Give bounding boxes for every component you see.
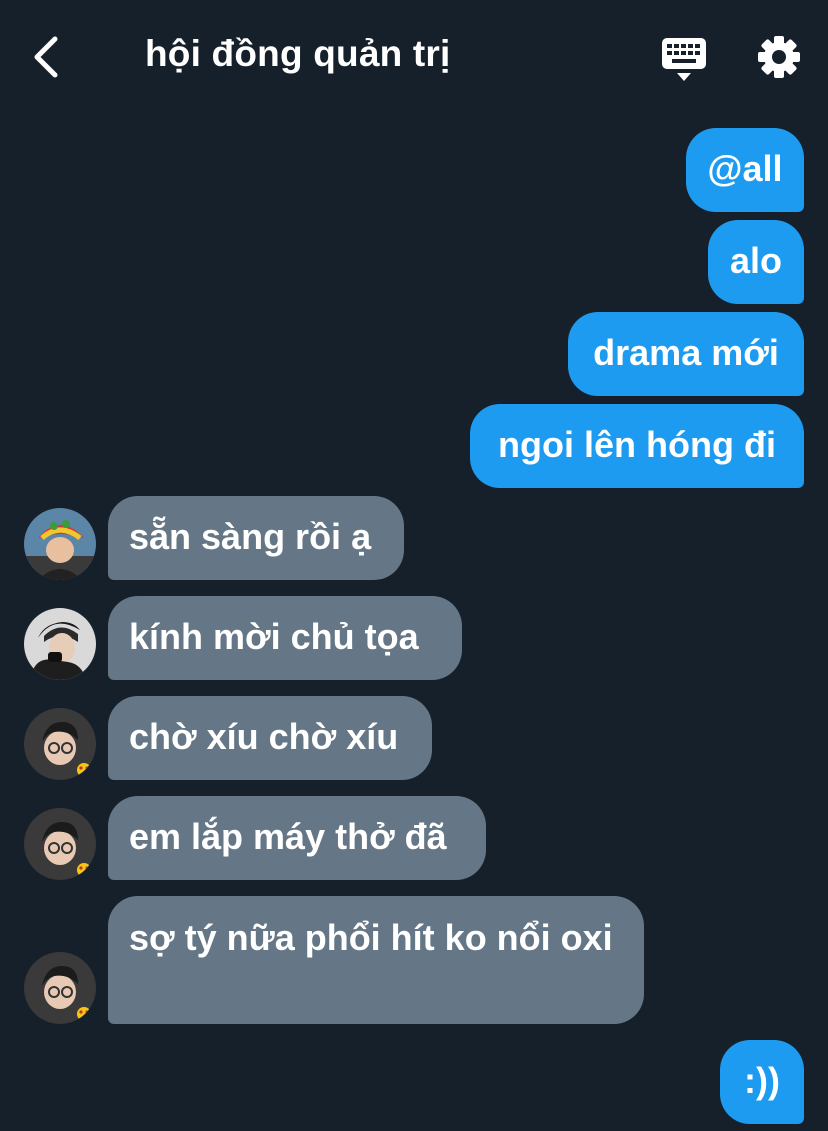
message-bubble-incoming[interactable]: em lắp máy thở đã bbox=[108, 796, 486, 880]
message-bubble-outgoing[interactable]: ngoi lên hóng đi bbox=[470, 404, 804, 488]
message-bubble-incoming[interactable]: chờ xíu chờ xíu bbox=[108, 696, 432, 780]
avatar[interactable] bbox=[24, 508, 96, 580]
message-bubble-incoming[interactable]: sợ tý nữa phổi hít ko nổi oxi bbox=[108, 896, 644, 1024]
message-bubble-outgoing[interactable]: alo bbox=[708, 220, 804, 304]
avatar[interactable] bbox=[24, 808, 96, 880]
user-avatar-icon bbox=[24, 808, 96, 880]
conversation-header: hội đồng quản trị bbox=[0, 0, 828, 112]
user-avatar-icon bbox=[24, 608, 96, 680]
avatar[interactable] bbox=[24, 952, 96, 1024]
message-bubble-outgoing[interactable]: @all bbox=[686, 128, 804, 212]
gear-icon bbox=[758, 36, 800, 78]
settings-button[interactable] bbox=[756, 34, 802, 80]
chevron-left-icon bbox=[34, 36, 58, 78]
message-bubble-outgoing[interactable]: :)) bbox=[720, 1040, 804, 1124]
message-bubble-incoming[interactable]: kính mời chủ tọa bbox=[108, 596, 462, 680]
keyboard-icon bbox=[662, 38, 706, 81]
keyboard-button[interactable] bbox=[660, 36, 708, 82]
message-bubble-outgoing[interactable]: drama mới bbox=[568, 312, 804, 396]
conversation-title: hội đồng quản trị bbox=[145, 33, 451, 74]
avatar[interactable] bbox=[24, 708, 96, 780]
user-avatar-icon bbox=[24, 708, 96, 780]
user-avatar-icon bbox=[24, 952, 96, 1024]
user-avatar-icon bbox=[24, 508, 96, 580]
back-button[interactable] bbox=[24, 30, 68, 84]
message-bubble-incoming[interactable]: sẵn sàng rồi ạ bbox=[108, 496, 404, 580]
avatar[interactable] bbox=[24, 608, 96, 680]
